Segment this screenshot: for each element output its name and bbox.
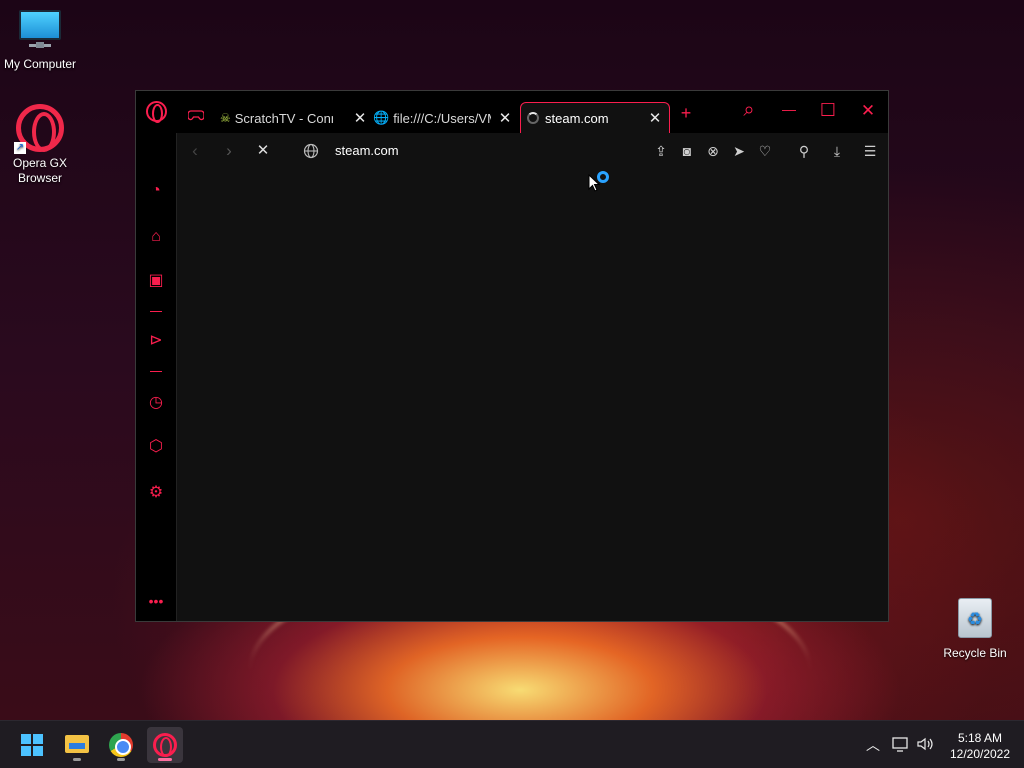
opera-gx-menu-icon[interactable] [146,101,167,123]
taskbar-opera-gx[interactable] [147,727,183,763]
address-bar-row: ‹ › ✕ steam.com ⇪ ◙ ⊗ ➤ ♡ ⚲ ⤓ ☰ [177,133,889,169]
shortcut-arrow-icon: ↗ [14,142,26,154]
network-icon[interactable] [891,737,909,752]
taskbar-chrome[interactable] [103,727,139,763]
clock-date: 12/20/2022 [949,747,1011,761]
minimize-button[interactable]: — [774,101,804,117]
maximize-button[interactable]: ☐ [813,100,843,121]
desktop-icon-label: Recycle Bin [943,646,1007,660]
history-icon[interactable]: ◷ [144,391,168,415]
downloads-icon[interactable]: ⤓ [827,141,847,161]
system-clock[interactable]: 5:18 AM 12/20/2022 [942,730,1018,762]
url-field[interactable]: steam.com [335,143,399,158]
ad-block-icon[interactable]: ⊗ [703,141,723,161]
busy-indicator-icon [597,171,609,183]
tab-close-icon[interactable]: ✕ [352,109,368,127]
browser-titlebar[interactable]: ☠ ScratchTV - Conne ✕ 🌐 file:///C:/Users… [136,91,888,133]
tab-close-icon[interactable]: ✕ [497,109,513,127]
more-options-icon[interactable]: ••• [144,589,168,613]
computer-icon [19,10,61,48]
start-button[interactable] [14,727,50,763]
share-icon[interactable]: ⇪ [651,141,671,161]
tab-title: steam.com [545,110,609,126]
loading-spinner-icon [527,112,539,124]
extensions-icon[interactable]: ⬡ [144,435,168,459]
bookmark-heart-icon[interactable]: ♡ [755,141,775,161]
page-viewport[interactable]: ‹ › ✕ steam.com ⇪ ◙ ⊗ ➤ ♡ ⚲ ⤓ ☰ [176,133,888,621]
scratchtv-favicon-icon: ☠ [220,111,231,125]
recycle-bin-icon: ♻ [958,598,992,638]
player-icon[interactable]: ⊳ [144,329,168,353]
desktop-icon-label: My Computer [3,57,77,71]
browser-sidebar: ◔ ⌂ ▣ ⊳ ◷ ⬡ ⚙ ••• [136,133,176,621]
tab-close-icon[interactable]: ✕ [647,109,663,127]
gx-control-icon[interactable]: ◔ [144,179,168,203]
gx-cleaner-icon[interactable]: ⌂ [144,225,168,249]
gamepad-icon[interactable] [188,110,204,122]
desktop-icon-opera-gx[interactable]: ↗ Opera GX Browser [0,104,80,186]
tab-local-file[interactable]: 🌐 file:///C:/Users/VM ✕ [373,103,513,133]
snapshot-camera-icon[interactable]: ◙ [677,141,697,161]
settings-gear-icon[interactable]: ⚙ [144,481,168,505]
globe-icon [303,143,319,159]
tab-steam[interactable]: steam.com ✕ [520,102,670,133]
globe-favicon-icon: 🌐 [373,110,390,125]
folder-icon [65,735,89,753]
clock-time: 5:18 AM [957,731,1003,745]
tab-title: ScratchTV - Conne [234,110,333,126]
taskbar: ︿ 5:18 AM 12/20/2022 [0,720,1024,768]
twitch-icon[interactable]: ▣ [144,269,168,293]
opera-gx-icon [153,733,177,757]
search-tabs-icon[interactable]: ⌕ [734,99,764,122]
stop-loading-button[interactable]: ✕ [251,139,275,163]
account-icon[interactable]: ⚲ [794,141,814,161]
forward-button[interactable]: › [217,139,241,163]
desktop-icon-recycle-bin[interactable]: ♻ Recycle Bin [935,598,1015,660]
tab-title: file:///C:/Users/VM [393,110,492,126]
desktop-icon-label: Opera GX Browser [12,156,68,185]
easy-setup-icon[interactable]: ☰ [860,141,880,161]
windows-logo-icon [21,734,43,756]
browser-window: ☠ ScratchTV - Conne ✕ 🌐 file:///C:/Users… [135,90,889,622]
taskbar-file-explorer[interactable] [59,727,95,763]
tab-scratchtv[interactable]: ☠ ScratchTV - Conne ✕ [220,103,368,133]
volume-icon[interactable] [916,736,934,752]
desktop-icon-my-computer[interactable]: My Computer [0,10,80,71]
new-tab-button[interactable]: + [671,103,701,124]
back-button[interactable]: ‹ [183,139,207,163]
show-hidden-icons-chevron-icon[interactable]: ︿ [864,735,882,755]
close-window-button[interactable]: ✕ [853,101,883,121]
chrome-icon [109,733,133,757]
send-icon[interactable]: ➤ [729,141,749,161]
